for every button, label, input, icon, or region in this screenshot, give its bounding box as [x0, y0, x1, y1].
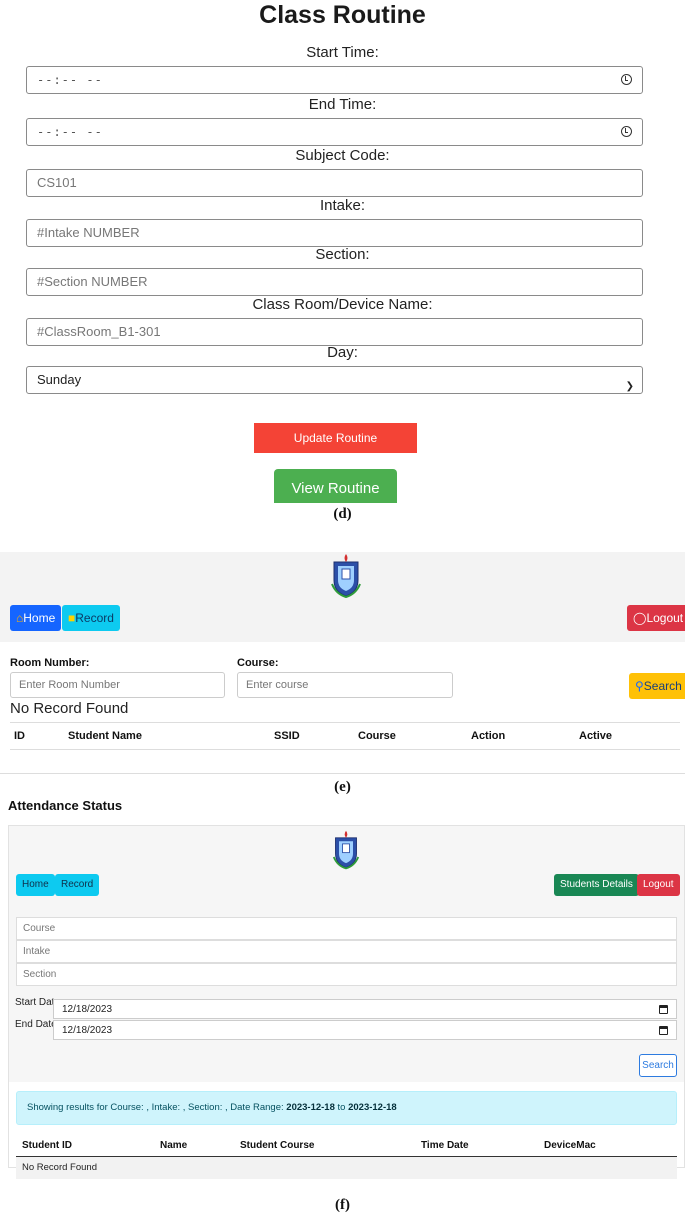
course-input[interactable]: Course [16, 917, 677, 940]
update-routine-button[interactable]: Update Routine [254, 423, 417, 453]
day-select[interactable]: Sunday ❯ [26, 366, 643, 394]
room-number-input[interactable]: Enter Room Number [10, 672, 225, 698]
room-number-label: Room Number: [10, 657, 90, 669]
course-input[interactable]: Enter course [237, 672, 453, 698]
attendance-card: Home Record Students Details Logout Cour… [8, 825, 685, 1179]
column-header: Active [579, 730, 613, 742]
column-header: Time Date [421, 1140, 469, 1151]
search-icon: ⚲ [635, 679, 644, 693]
attendance-table-header: Student ID Name Student Course Time Date… [16, 1135, 677, 1157]
column-header: Course [358, 730, 396, 742]
no-record-message: No Record Found [10, 700, 129, 717]
column-header: Student Name [68, 730, 142, 742]
column-header: Action [471, 730, 506, 742]
clock-icon[interactable] [621, 126, 632, 137]
end-date-value: 12/18/2023 [62, 1025, 113, 1036]
column-header: Name [160, 1140, 188, 1151]
record-button[interactable]: ■Record [62, 605, 120, 631]
subject-code-label: Subject Code: [295, 147, 390, 164]
intake-label: Intake: [319, 197, 366, 214]
start-date-value: 12/18/2023 [62, 1004, 113, 1015]
section-input[interactable]: #Section NUMBER [26, 268, 643, 296]
clock-icon[interactable] [621, 74, 632, 85]
logout-button[interactable]: ◯Logout [627, 605, 685, 631]
divider [0, 773, 685, 774]
alert-date-from: 2023-12-18 [286, 1102, 335, 1113]
figure-caption-e: (e) [334, 779, 351, 795]
section-input[interactable]: Section [16, 963, 677, 986]
logout-button[interactable]: Logout [637, 874, 680, 896]
home-button[interactable]: Home [16, 874, 55, 896]
chevron-down-icon: ❯ [625, 381, 634, 392]
alert-text: Showing results for Course: , Intake: , … [27, 1102, 287, 1113]
page-title: Class Routine [259, 1, 426, 29]
classroom-input[interactable]: #ClassRoom_B1-301 [26, 318, 643, 346]
view-routine-button[interactable]: View Routine [274, 469, 397, 503]
end-time-label: End Time: [308, 96, 377, 113]
page-title: Attendance Status [8, 798, 123, 813]
end-date-input[interactable]: 12/18/2023 [53, 1020, 677, 1040]
home-button[interactable]: ⌂Home [10, 605, 62, 631]
search-button[interactable]: ⚲Search [629, 673, 685, 699]
day-label: Day: [327, 344, 358, 361]
day-selected-value: Sunday [37, 372, 82, 387]
alert-date-to: 2023-12-18 [348, 1102, 397, 1113]
intake-input[interactable]: Intake [16, 940, 677, 963]
navbar: ⌂Home ■Record ◯Logout [0, 552, 685, 642]
column-header: ID [14, 730, 25, 742]
results-alert: Showing results for Course: , Intake: , … [16, 1091, 677, 1125]
column-header: Student ID [22, 1140, 72, 1151]
start-time-value: --:-- -- [37, 73, 103, 87]
figure-caption-f: (f) [335, 1197, 350, 1213]
search-button[interactable]: Search [639, 1054, 677, 1077]
power-icon: ◯ [633, 611, 647, 625]
column-header: SSID [274, 730, 300, 742]
classroom-label: Class Room/Device Name: [252, 296, 433, 313]
column-header: Student Course [240, 1140, 315, 1151]
end-time-input[interactable]: --:-- -- [26, 118, 643, 146]
university-logo [332, 830, 360, 870]
column-header: DeviceMac [544, 1140, 596, 1151]
subject-code-input[interactable]: CS101 [26, 169, 643, 197]
navbar: Home Record Students Details Logout Cour… [9, 826, 684, 1082]
calendar-icon[interactable] [659, 1026, 668, 1035]
students-details-button[interactable]: Students Details [554, 874, 639, 896]
start-time-label: Start Time: [306, 44, 379, 61]
figure-caption-d: (d) [333, 506, 352, 522]
record-table-header: ID Student Name SSID Course Action Activ… [10, 722, 680, 750]
start-time-input[interactable]: --:-- -- [26, 66, 643, 94]
calendar-icon[interactable] [659, 1005, 668, 1014]
end-time-value: --:-- -- [37, 125, 103, 139]
record-button[interactable]: Record [55, 874, 100, 896]
no-record-row: No Record Found [16, 1157, 677, 1179]
course-label: Course: [237, 657, 279, 669]
alert-to-word: to [334, 1102, 349, 1113]
university-logo [331, 554, 361, 598]
section-label: Section: [315, 246, 370, 263]
start-date-input[interactable]: 12/18/2023 [53, 999, 677, 1019]
intake-input[interactable]: #Intake NUMBER [26, 219, 643, 247]
